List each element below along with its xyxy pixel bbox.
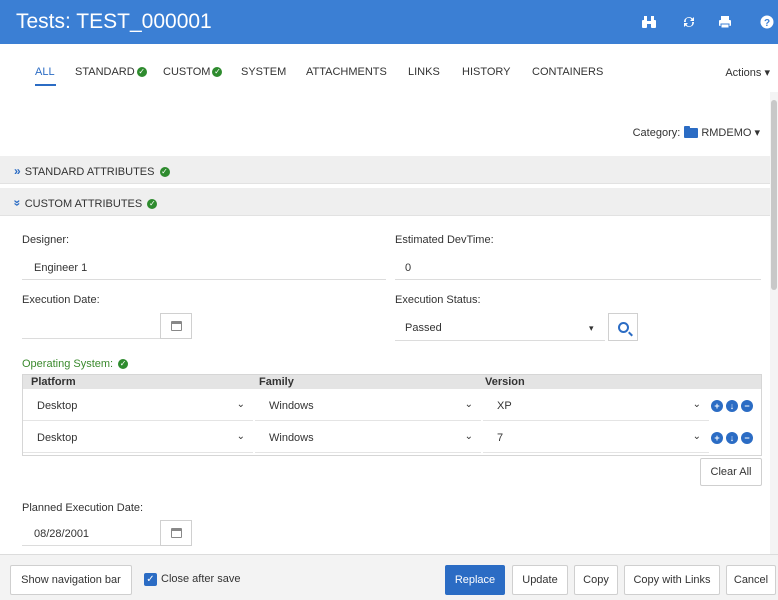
footer-bar: Show navigation bar ✓ Close after save R…: [0, 554, 778, 600]
chevron-down-icon[interactable]: ▾: [589, 323, 594, 334]
copy-with-links-button[interactable]: Copy with Links: [624, 565, 720, 595]
tab-bar: ALL STANDARD ✓ CUSTOM ✓ SYSTEM ATTACHMENTS…: [0, 44, 778, 92]
scrollbar-thumb[interactable]: [771, 100, 777, 290]
chevron-down-icon: »: [10, 199, 25, 207]
divider: [22, 338, 160, 339]
clear-all-button[interactable]: Clear All: [700, 458, 762, 486]
tab-containers[interactable]: CONTAINERS: [532, 66, 603, 78]
check-icon: ✓: [136, 67, 147, 78]
chevron-down-icon: ⌄: [692, 399, 701, 410]
tab-all[interactable]: ALL: [35, 66, 55, 78]
move-down-icon[interactable]: ↓: [726, 432, 738, 444]
platform-select[interactable]: Desktop ⌄: [23, 423, 253, 453]
standard-attributes-header[interactable]: » STANDARD ATTRIBUTES ✓: [0, 156, 770, 184]
main-content: Category: RMDEMO ▾ » STANDARD ATTRIBUTES ✓…: [0, 92, 778, 554]
remove-row-icon[interactable]: −: [741, 432, 753, 444]
category-selector[interactable]: Category: RMDEMO ▾: [633, 126, 760, 139]
platform-select[interactable]: Desktop ⌄: [23, 391, 253, 421]
grid-header: Platform Family Version: [23, 375, 761, 389]
svg-text:?: ?: [764, 18, 770, 29]
column-version: Version: [485, 376, 525, 388]
divider: [22, 279, 386, 280]
divider: [395, 279, 761, 280]
actions-menu[interactable]: Actions ▾: [725, 66, 770, 79]
copy-button[interactable]: Copy: [574, 565, 618, 595]
binoculars-icon[interactable]: [640, 13, 658, 31]
tab-history[interactable]: HISTORY: [462, 66, 511, 78]
check-icon: ✓: [212, 67, 223, 78]
custom-attributes-header[interactable]: »CUSTOM ATTRIBUTES ✓: [0, 188, 770, 216]
tab-standard[interactable]: STANDARD ✓: [75, 66, 147, 78]
column-platform: Platform: [31, 376, 76, 388]
show-navigation-bar-button[interactable]: Show navigation bar: [10, 565, 132, 595]
operating-system-label: Operating System: ✓: [22, 358, 129, 370]
replace-button[interactable]: Replace: [445, 565, 505, 595]
column-family: Family: [259, 376, 294, 388]
chevron-down-icon: ⌄: [464, 399, 473, 410]
chevron-down-icon: ⌄: [236, 431, 245, 442]
category-label: Category:: [632, 127, 681, 139]
tab-links[interactable]: LINKS: [408, 66, 440, 78]
add-row-icon[interactable]: +: [711, 400, 723, 412]
execution-status-select[interactable]: Passed: [405, 322, 605, 334]
refresh-icon[interactable]: [680, 13, 698, 31]
planned-execution-date-label: Planned Execution Date:: [22, 502, 144, 514]
execution-status-label: Execution Status:: [395, 294, 481, 306]
family-select[interactable]: Windows ⌄: [255, 391, 481, 421]
category-value: RMDEMO ▾: [701, 127, 760, 139]
row-actions: + ↓ −: [711, 400, 755, 414]
family-select[interactable]: Windows ⌄: [255, 423, 481, 453]
divider: [395, 340, 605, 341]
version-select[interactable]: XP ⌄: [483, 391, 709, 421]
add-row-icon[interactable]: +: [711, 432, 723, 444]
calendar-icon: [170, 321, 182, 331]
move-down-icon[interactable]: ↓: [726, 400, 738, 412]
active-tab-indicator: [35, 84, 56, 86]
execution-date-label: Execution Date:: [22, 294, 100, 306]
folder-icon: [684, 126, 699, 139]
chevron-right-icon: »: [14, 164, 21, 178]
estimated-devtime-field[interactable]: 0: [405, 262, 411, 274]
version-select[interactable]: 7 ⌄: [483, 423, 709, 453]
remove-row-icon[interactable]: −: [741, 400, 753, 412]
row-actions: + ↓ −: [711, 432, 755, 446]
page-title: Tests: TEST_000001: [16, 10, 212, 33]
help-icon[interactable]: ?: [758, 13, 776, 31]
title-bar: Tests: TEST_000001 ?: [0, 0, 778, 44]
tab-system[interactable]: SYSTEM: [241, 66, 286, 78]
planned-execution-date-field[interactable]: 08/28/2001: [34, 528, 89, 540]
search-icon: [617, 321, 629, 333]
close-after-save-checkbox[interactable]: ✓: [144, 573, 157, 586]
chevron-down-icon: ⌄: [692, 431, 701, 442]
execution-date-field[interactable]: [34, 322, 154, 336]
calendar-icon: [170, 528, 182, 538]
search-button[interactable]: [608, 313, 638, 341]
tab-attachments[interactable]: ATTACHMENTS: [306, 66, 387, 78]
close-after-save-label[interactable]: Close after save: [161, 573, 240, 585]
chevron-down-icon: ⌄: [464, 431, 473, 442]
check-icon: ✓: [147, 199, 158, 210]
scrollbar[interactable]: [770, 92, 778, 554]
divider: [22, 545, 160, 546]
designer-label: Designer:: [22, 234, 70, 246]
tab-custom[interactable]: CUSTOM ✓: [163, 66, 223, 78]
operating-system-grid: Platform Family Version Desktop ⌄ Windows…: [22, 374, 762, 456]
calendar-button[interactable]: [160, 313, 192, 339]
check-icon: ✓: [118, 359, 129, 370]
designer-field[interactable]: Engineer 1: [34, 262, 87, 274]
calendar-button[interactable]: [160, 520, 192, 546]
check-icon: ✓: [159, 167, 170, 178]
update-button[interactable]: Update: [512, 565, 568, 595]
chevron-down-icon: ⌄: [236, 399, 245, 410]
estimated-devtime-label: Estimated DevTime:: [395, 234, 494, 246]
print-icon[interactable]: [716, 13, 734, 31]
cancel-button[interactable]: Cancel: [726, 565, 776, 595]
